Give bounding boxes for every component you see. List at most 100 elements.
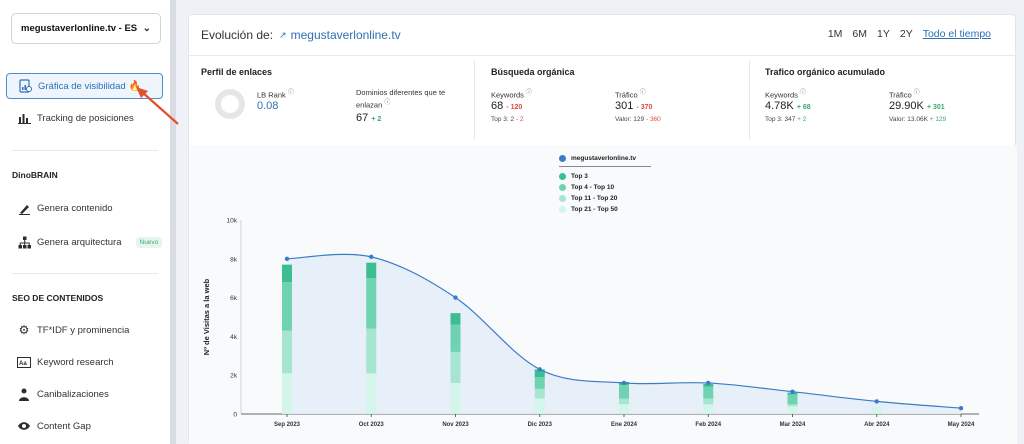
x-tick-label: Abr 2024 xyxy=(864,422,890,428)
stacked-bar-segment xyxy=(366,328,377,374)
legend-item-top21-50[interactable]: Top 21 - Top 50 xyxy=(559,206,651,213)
organica-trafico-label: Tráfico ⓘ xyxy=(615,90,646,100)
stacked-bar-segment xyxy=(282,264,292,283)
dominios-value: 67 + 2 xyxy=(356,112,382,124)
data-point xyxy=(369,254,374,260)
data-point xyxy=(453,295,458,300)
x-tick-label: Feb 2024 xyxy=(695,422,721,428)
dominios-label: Dominios diferentes que te enlazan ⓘ xyxy=(356,88,446,110)
sidebar-item-label: TF*IDF y prominencia xyxy=(37,324,130,336)
legend-dot xyxy=(559,195,566,202)
data-point xyxy=(537,367,542,372)
data-point xyxy=(284,256,290,261)
y-tick-label: 10k xyxy=(227,218,238,225)
y-tick-label: 6k xyxy=(230,295,238,302)
people-icon xyxy=(16,386,32,402)
lb-rank-value: 0.08 xyxy=(257,100,279,112)
lb-rank-label: LB Rank ⓘ xyxy=(257,90,294,100)
x-tick-label: Sep 2023 xyxy=(274,422,301,428)
range-1m[interactable]: 1M xyxy=(828,28,843,40)
x-tick-label: Oct 2023 xyxy=(359,422,385,428)
info-icon: ⓘ xyxy=(384,100,391,106)
chart-legend: megustaverlonline.tv Top 3 Top 4 - Top 1… xyxy=(559,155,651,217)
data-point xyxy=(706,380,711,386)
sidebar-item-label: Keyword research xyxy=(37,356,114,368)
svg-text:Aa: Aa xyxy=(19,361,27,367)
info-icon: ⓘ xyxy=(913,90,920,96)
kpi-title-perfil: Perfil de enlaces xyxy=(201,67,273,77)
hierarchy-icon xyxy=(16,234,32,250)
range-all-time[interactable]: Todo el tiempo xyxy=(923,28,991,40)
acumulado-trafico-label: Tráfico ⓘ xyxy=(889,90,920,100)
site-select-label: megustaverlonline.tv - ES xyxy=(21,23,138,34)
stacked-bar-segment xyxy=(619,398,629,405)
legend-dot xyxy=(559,173,566,180)
stacked-bar-segment xyxy=(282,282,292,331)
legend-divider xyxy=(559,166,651,167)
domain-link[interactable]: megustaverlonline.tv xyxy=(291,28,401,42)
range-2y[interactable]: 2Y xyxy=(900,28,913,40)
stacked-bar-segment xyxy=(787,404,798,407)
range-6m[interactable]: 6M xyxy=(852,28,867,40)
legend-item-top11-20[interactable]: Top 11 - Top 20 xyxy=(559,195,651,202)
y-axis-label: Nº de Visitas a la web xyxy=(202,278,211,355)
organica-trafico-value: 301 - 370 xyxy=(615,100,653,112)
keyword-icon: Aa xyxy=(16,354,32,370)
stacked-bar-segment xyxy=(534,398,545,414)
sidebar-item-label: Gráfica de visibilidad xyxy=(38,80,126,92)
sidebar-item-canibalizaciones[interactable]: Canibalizaciones xyxy=(6,381,163,407)
stacked-bar-segment xyxy=(534,388,545,399)
acumulado-keywords-label: Keywords ⓘ xyxy=(765,90,807,100)
stacked-bar-segment xyxy=(703,404,714,414)
sidebar-item-content-gap[interactable]: Content Gap xyxy=(6,413,163,439)
organica-keywords-sub: Top 3: 2 - 2 xyxy=(491,116,524,123)
bar-chart-icon xyxy=(16,110,32,126)
data-point xyxy=(958,405,964,411)
sidebar-item-genera-arquitectura[interactable]: Genera arquitectura Nuevo xyxy=(6,229,163,255)
stacked-bar-segment xyxy=(787,406,798,414)
x-tick-label: Nov 2023 xyxy=(442,422,469,428)
kpi-title-organica: Búsqueda orgánica xyxy=(491,67,575,77)
info-icon: ⓘ xyxy=(800,90,807,96)
chevron-down-icon: ⌄ xyxy=(142,23,151,34)
stacked-bar-segment xyxy=(366,278,377,329)
legend-item-site[interactable]: megustaverlonline.tv xyxy=(559,155,651,162)
stacked-bar-segment xyxy=(282,373,292,414)
stacked-bar-segment xyxy=(534,377,545,389)
sidebar-scrollbar[interactable] xyxy=(170,0,176,444)
sidebar-item-label: Canibalizaciones xyxy=(37,388,109,400)
page-title: Evolución de: ↗ megustaverlonline.tv xyxy=(201,28,401,42)
y-tick-label: 0 xyxy=(233,412,237,419)
organica-keywords-label: Keywords ⓘ xyxy=(491,90,533,100)
legend-dot xyxy=(559,155,566,162)
eye-icon xyxy=(16,418,32,434)
x-tick-label: Ene 2024 xyxy=(611,422,638,428)
data-point xyxy=(874,399,879,404)
y-tick-label: 2k xyxy=(230,373,238,380)
acumulado-trafico-value: 29.90K + 301 xyxy=(889,100,945,112)
sidebar-item-label: Content Gap xyxy=(37,420,91,432)
kpi-title-acumulado: Trafico orgánico acumulado xyxy=(765,67,886,77)
title-label: Evolución de: xyxy=(201,28,274,42)
range-1y[interactable]: 1Y xyxy=(877,28,890,40)
legend-item-top4-10[interactable]: Top 4 - Top 10 xyxy=(559,184,651,191)
divider xyxy=(12,273,158,274)
sidebar-item-genera-contenido[interactable]: Genera contenido xyxy=(6,195,163,221)
stacked-bar-segment xyxy=(282,330,292,374)
stacked-bar-segment xyxy=(450,382,461,414)
stacked-bar-segment xyxy=(619,384,629,399)
site-select[interactable]: megustaverlonline.tv - ES ⌄ xyxy=(11,13,161,44)
organica-trafico-sub: Valor: 129 - 360 xyxy=(615,116,661,123)
stacked-bar-segment xyxy=(619,404,629,414)
sidebar-item-label: Tracking de posiciones xyxy=(37,112,134,124)
external-link-icon[interactable]: ↗ xyxy=(279,30,287,41)
pen-icon xyxy=(16,200,32,216)
sidebar-item-tfidf[interactable]: ⚙ TF*IDF y prominencia xyxy=(6,317,163,343)
info-icon: ⓘ xyxy=(287,90,294,96)
sidebar-item-keyword-research[interactable]: Aa Keyword research xyxy=(6,349,163,375)
section-title-dinobrain: DinoBRAIN xyxy=(12,170,58,180)
legend-dot xyxy=(559,206,566,213)
divider xyxy=(749,61,750,139)
stacked-bar-segment xyxy=(366,262,377,279)
legend-item-top3[interactable]: Top 3 xyxy=(559,173,651,180)
